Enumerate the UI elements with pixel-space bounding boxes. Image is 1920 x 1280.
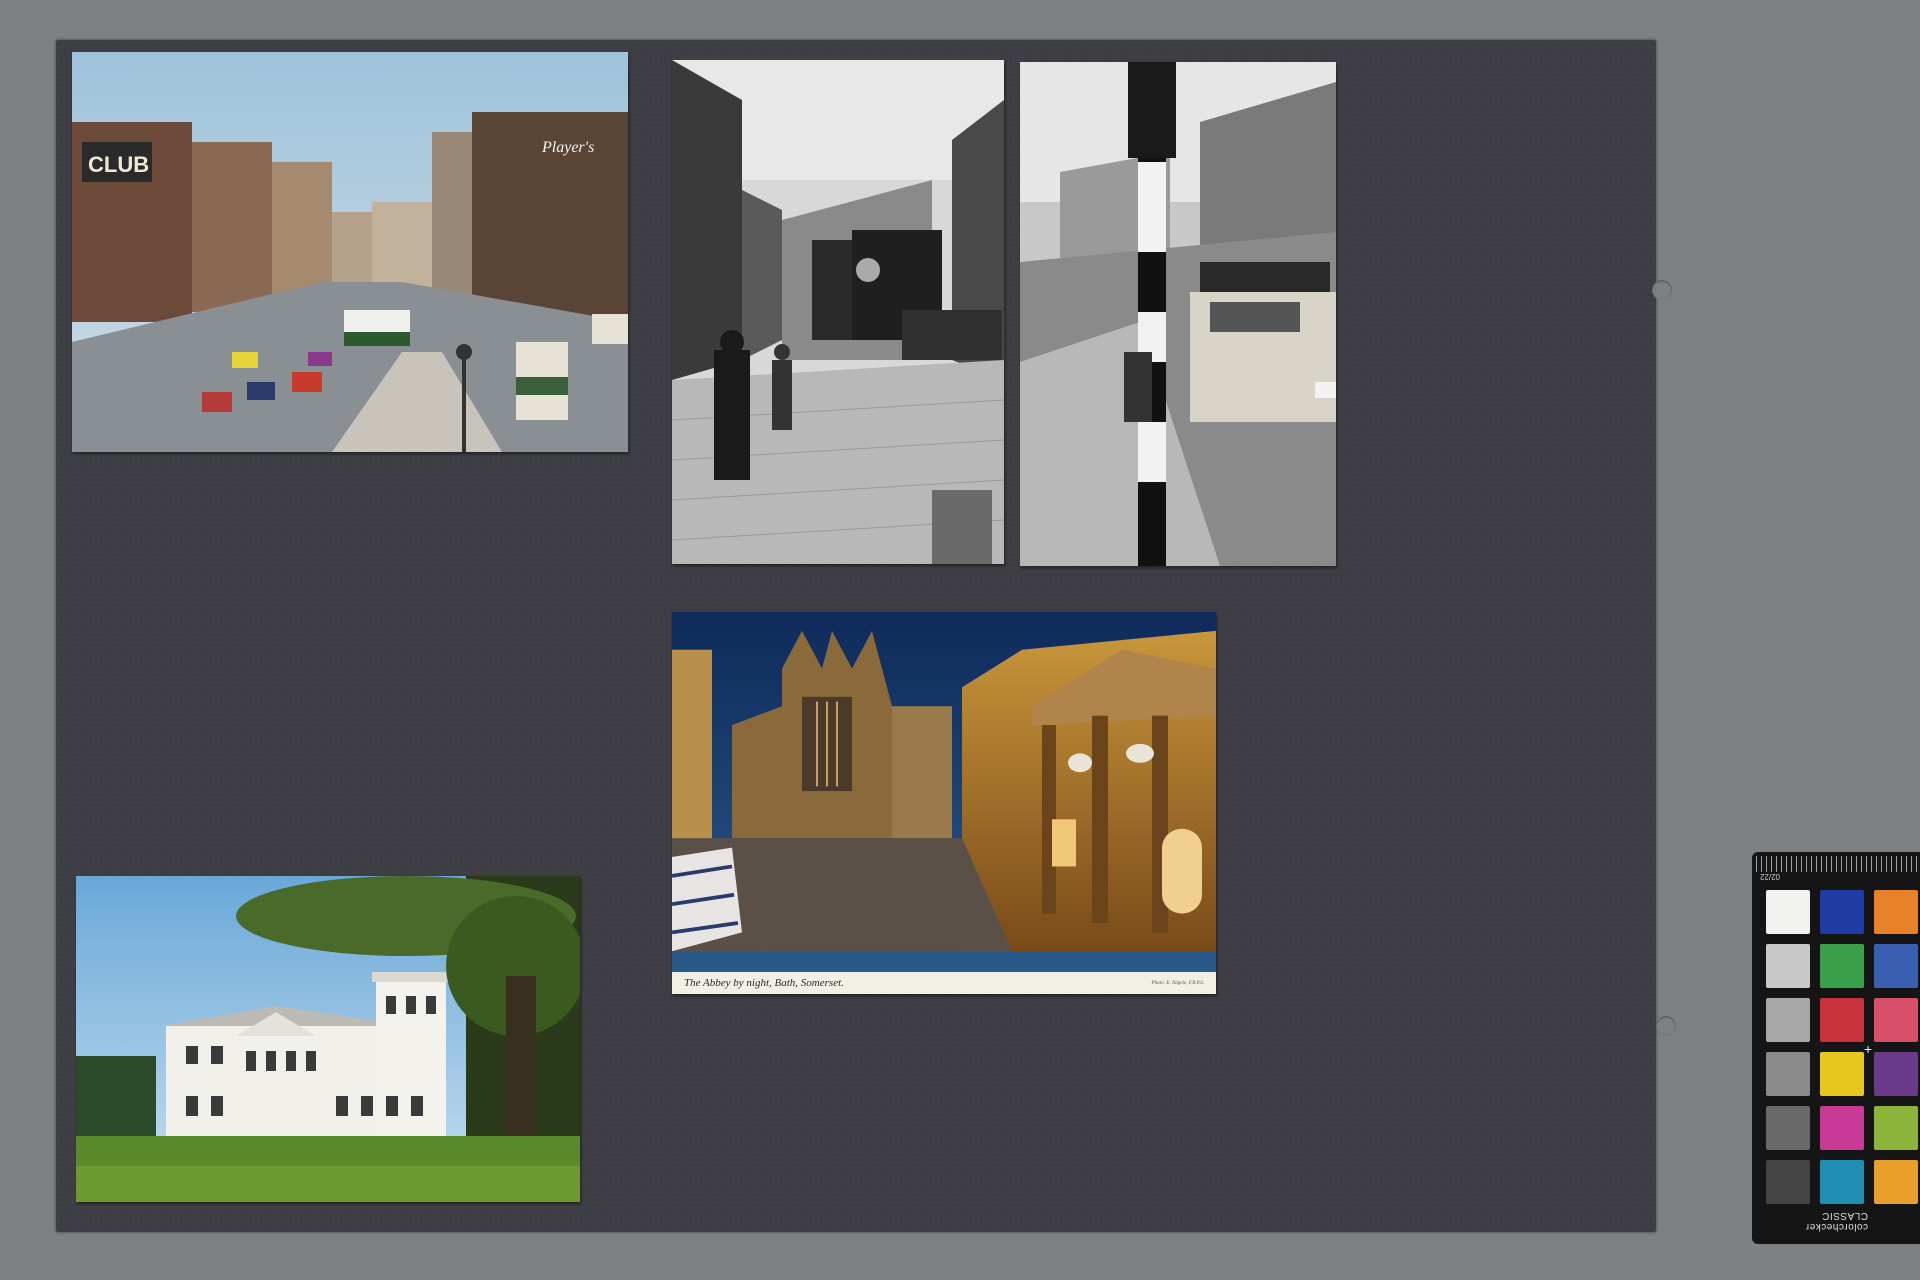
color-swatch [1820, 998, 1864, 1042]
mansion-tree-image [76, 876, 580, 1202]
color-checker-label: colorchecker CLASSIC [1805, 1210, 1868, 1232]
color-checker-ruler [1756, 856, 1920, 872]
color-swatch [1766, 998, 1810, 1042]
color-checker-ruler-text: 02/22 [1760, 872, 1781, 881]
postcard-bw-street-pole [1020, 62, 1336, 566]
postcard-bath-abbey-night: The Abbey by night, Bath, Somerset. Phot… [672, 612, 1216, 994]
color-swatch [1874, 1160, 1918, 1204]
punch-hole [1656, 1016, 1676, 1036]
color-swatch [1820, 1106, 1864, 1150]
bw-street-pole-image [1020, 62, 1336, 566]
street-photo-image: CLUB Player's [72, 52, 628, 452]
color-swatch [1820, 944, 1864, 988]
color-swatch [1766, 1106, 1810, 1150]
crosshair-mark: + [1864, 1041, 1873, 1057]
color-swatch [1874, 890, 1918, 934]
color-swatch [1874, 944, 1918, 988]
postcard-white-mansion [76, 876, 580, 1202]
punch-hole [1652, 280, 1672, 300]
color-swatch [1820, 890, 1864, 934]
color-swatch [1820, 1052, 1864, 1096]
bw-street-photo-image [672, 60, 1004, 564]
svg-text:CLUB: CLUB [88, 152, 149, 177]
svg-text:Player's: Player's [541, 139, 594, 156]
postcard-caption-strip: The Abbey by night, Bath, Somerset. Phot… [672, 972, 1216, 994]
postcard-bw-street-truck [672, 60, 1004, 564]
color-swatch [1820, 1160, 1864, 1204]
color-swatch [1874, 1052, 1918, 1096]
photo-credit: Photo: E. Nägele, F.R.P.S. [1151, 980, 1204, 986]
postcard-color-street: CLUB Player's [72, 52, 628, 452]
color-swatch [1766, 1052, 1810, 1096]
postcard-caption: The Abbey by night, Bath, Somerset. [684, 977, 844, 989]
abbey-night-image [672, 612, 1216, 972]
color-swatch [1766, 890, 1810, 934]
color-swatch [1766, 1160, 1810, 1204]
color-swatch [1874, 1106, 1918, 1150]
color-swatch [1766, 944, 1810, 988]
color-swatch [1874, 998, 1918, 1042]
